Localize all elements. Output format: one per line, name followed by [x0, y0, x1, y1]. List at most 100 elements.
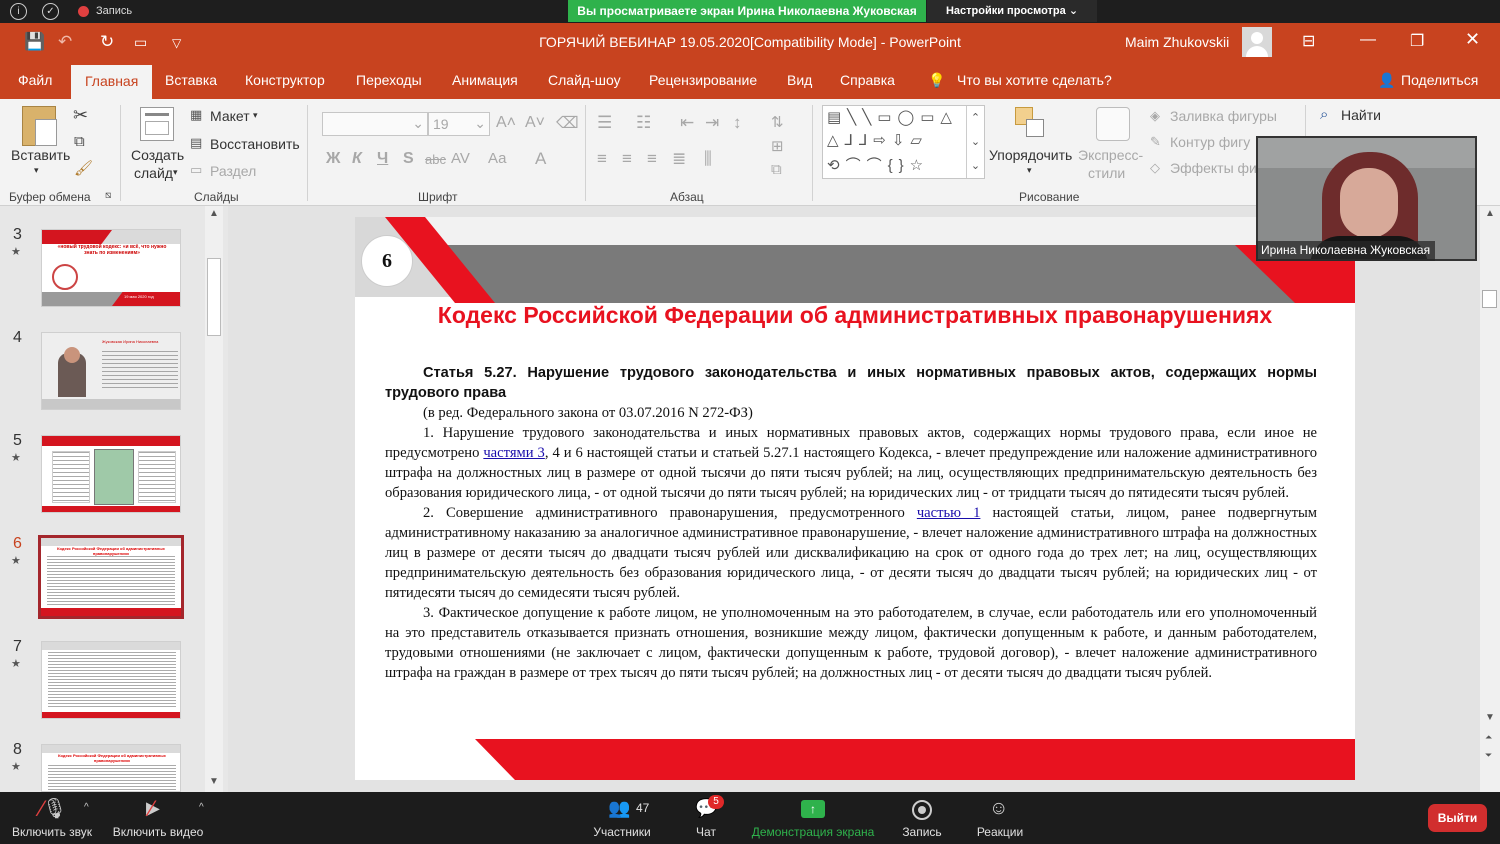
- close-icon[interactable]: ✕: [1465, 29, 1480, 50]
- font-family-select[interactable]: ⌄: [322, 112, 428, 136]
- reset-button[interactable]: Восстановить: [210, 136, 300, 152]
- slide-thumbnail-3[interactable]: «новый трудовой кодекс: «и всё, что нужн…: [41, 229, 181, 307]
- format-painter-icon[interactable]: 🖌: [74, 159, 93, 177]
- maximize-icon[interactable]: ❐: [1410, 31, 1424, 51]
- tab-view[interactable]: Вид: [787, 72, 812, 88]
- columns-icon[interactable]: ⫼: [704, 149, 712, 169]
- char-spacing-icon[interactable]: AV: [451, 150, 470, 167]
- shape-fill-button[interactable]: Заливка фигуры: [1170, 108, 1277, 124]
- tab-animations[interactable]: Анимация: [452, 72, 518, 88]
- slide-thumbnail-8[interactable]: Кодекс Российской Федерации об администр…: [41, 744, 181, 792]
- font-color-icon[interactable]: A: [535, 149, 546, 169]
- slide-body-text[interactable]: Статья 5.27. Нарушение трудового законод…: [385, 363, 1317, 683]
- chat-button[interactable]: 💬 5 Чат: [690, 792, 724, 844]
- section-button[interactable]: Раздел: [210, 163, 256, 179]
- change-case-button[interactable]: Аа: [488, 150, 507, 167]
- decrease-indent-icon[interactable]: ⇤: [680, 113, 694, 133]
- italic-icon[interactable]: К: [352, 150, 362, 168]
- info-icon[interactable]: i: [10, 3, 27, 20]
- new-slide-button[interactable]: Создать: [131, 147, 184, 163]
- increase-indent-icon[interactable]: ⇥: [705, 113, 719, 133]
- user-name[interactable]: Maim Zhukovskii: [1125, 34, 1229, 50]
- paragraph-3: 3. Фактическое допущение к работе лицом,…: [385, 605, 1317, 681]
- tab-help[interactable]: Справка: [840, 72, 895, 88]
- record-button[interactable]: Запись: [898, 792, 946, 844]
- align-left-icon[interactable]: ≡: [597, 149, 607, 169]
- link-parts-3[interactable]: частями 3: [483, 445, 545, 461]
- person-icon: 👤: [1378, 72, 1396, 88]
- slide-canvas[interactable]: 6 Кодекс Российской Федерации об админис…: [355, 217, 1355, 780]
- slide-thumbnail-4[interactable]: Жуковская Ирина Николаевна: [41, 332, 181, 410]
- shape-outline-button[interactable]: Контур фигу: [1170, 134, 1250, 150]
- strikethrough-icon[interactable]: abc: [425, 152, 446, 167]
- line-spacing-icon[interactable]: ↕: [733, 113, 742, 133]
- unmute-button[interactable]: 🎙 ⁄ Включить звук: [12, 792, 92, 844]
- animation-star-icon: ★: [11, 246, 21, 258]
- clear-formatting-icon[interactable]: ⌫: [556, 113, 579, 133]
- slide-title[interactable]: Кодекс Российской Федерации об администр…: [435, 301, 1275, 330]
- next-slide-icon[interactable]: ⏷: [1485, 750, 1492, 761]
- increase-font-icon[interactable]: A˄: [496, 114, 516, 132]
- copy-icon[interactable]: ⧉: [74, 133, 85, 150]
- text-direction-icon[interactable]: ⇅: [771, 113, 784, 131]
- view-options-button[interactable]: Настройки просмотра ⌄: [927, 0, 1097, 22]
- font-size-select[interactable]: 19 ⌄: [428, 112, 490, 136]
- previous-slide-icon[interactable]: ⏶: [1485, 732, 1492, 743]
- numbering-icon[interactable]: ☷: [636, 113, 651, 133]
- chat-badge: 5: [708, 795, 724, 809]
- link-part-1[interactable]: частью 1: [917, 505, 981, 521]
- leave-meeting-button[interactable]: Выйти: [1428, 804, 1487, 832]
- bullets-icon[interactable]: ☰: [597, 113, 612, 133]
- paste-button[interactable]: Вставить: [11, 147, 70, 163]
- shape-effects-button[interactable]: Эффекты фиг: [1170, 160, 1262, 176]
- bold-icon[interactable]: Ж: [326, 150, 340, 168]
- tab-file[interactable]: Файл: [18, 72, 52, 88]
- dialog-launcher-icon[interactable]: ⧅: [105, 190, 111, 201]
- justify-icon[interactable]: ≣: [672, 149, 686, 169]
- slide-thumbnail-6[interactable]: Кодекс Российской Федерации об администр…: [38, 535, 184, 619]
- thumbnails-scrollbar[interactable]: ▲ ▼: [205, 206, 223, 792]
- arrange-button[interactable]: Упорядочить: [989, 147, 1072, 163]
- thumb-number-7: 7: [13, 638, 22, 655]
- participants-button[interactable]: 👥 47 Участники: [590, 792, 654, 844]
- reactions-button[interactable]: ☺ Реакции: [975, 792, 1025, 844]
- tab-design[interactable]: Конструктор: [245, 72, 325, 88]
- shapes-gallery[interactable]: ▤╲╲▭◯▭△ △⅃⅃⇨⇩▱ ⟲⌒⌒{}☆ ⌃ ⌄ ⌄: [822, 105, 985, 179]
- tab-insert[interactable]: Вставка: [165, 72, 217, 88]
- user-avatar[interactable]: [1242, 27, 1272, 57]
- share-button[interactable]: Поделиться: [1401, 72, 1478, 88]
- slide-thumbnail-7[interactable]: [41, 641, 181, 719]
- quick-styles-icon[interactable]: [1096, 107, 1130, 141]
- start-video-button[interactable]: ▶ ⁄ Включить видео: [113, 792, 204, 844]
- shadow-icon[interactable]: S: [403, 150, 414, 168]
- tab-slideshow[interactable]: Слайд-шоу: [548, 72, 621, 88]
- minimize-icon[interactable]: —: [1360, 31, 1376, 49]
- ribbon-display-icon[interactable]: ⊟: [1302, 31, 1315, 51]
- quick-styles-label-2[interactable]: стили: [1088, 165, 1125, 181]
- align-text-icon[interactable]: ⊞: [771, 137, 784, 155]
- decrease-font-icon[interactable]: A˅: [525, 114, 545, 132]
- video-options-chevron-icon[interactable]: ^: [199, 802, 204, 813]
- align-right-icon[interactable]: ≡: [647, 149, 657, 169]
- quick-styles-button[interactable]: Экспресс-: [1078, 147, 1143, 163]
- slide-scrollbar[interactable]: ▲ ▼ ⏶ ⏷: [1480, 206, 1500, 792]
- shield-icon[interactable]: ✓: [42, 3, 59, 20]
- tab-review[interactable]: Рецензирование: [649, 72, 757, 88]
- paste-icon[interactable]: [22, 106, 57, 146]
- smartart-icon[interactable]: ⧉: [771, 161, 782, 178]
- align-center-icon[interactable]: ≡: [622, 149, 632, 169]
- new-slide-label-2[interactable]: слайд: [134, 165, 173, 181]
- tab-transitions[interactable]: Переходы: [356, 72, 422, 88]
- layout-button[interactable]: Макет: [210, 108, 250, 124]
- tell-me-search[interactable]: Что вы хотите сделать?: [957, 72, 1112, 88]
- new-slide-icon[interactable]: [140, 107, 174, 141]
- slide-thumbnail-5[interactable]: [41, 435, 181, 513]
- cut-icon[interactable]: ✂: [73, 105, 88, 126]
- share-screen-button[interactable]: ↑ Демонстрация экрана: [752, 792, 874, 844]
- arrange-icon[interactable]: [1015, 107, 1045, 139]
- find-button[interactable]: Найти: [1341, 107, 1381, 123]
- recording-label: Запись: [96, 5, 133, 17]
- audio-options-chevron-icon[interactable]: ^: [84, 802, 89, 813]
- tab-home[interactable]: Главная: [71, 65, 153, 99]
- underline-icon[interactable]: Ч: [377, 150, 388, 168]
